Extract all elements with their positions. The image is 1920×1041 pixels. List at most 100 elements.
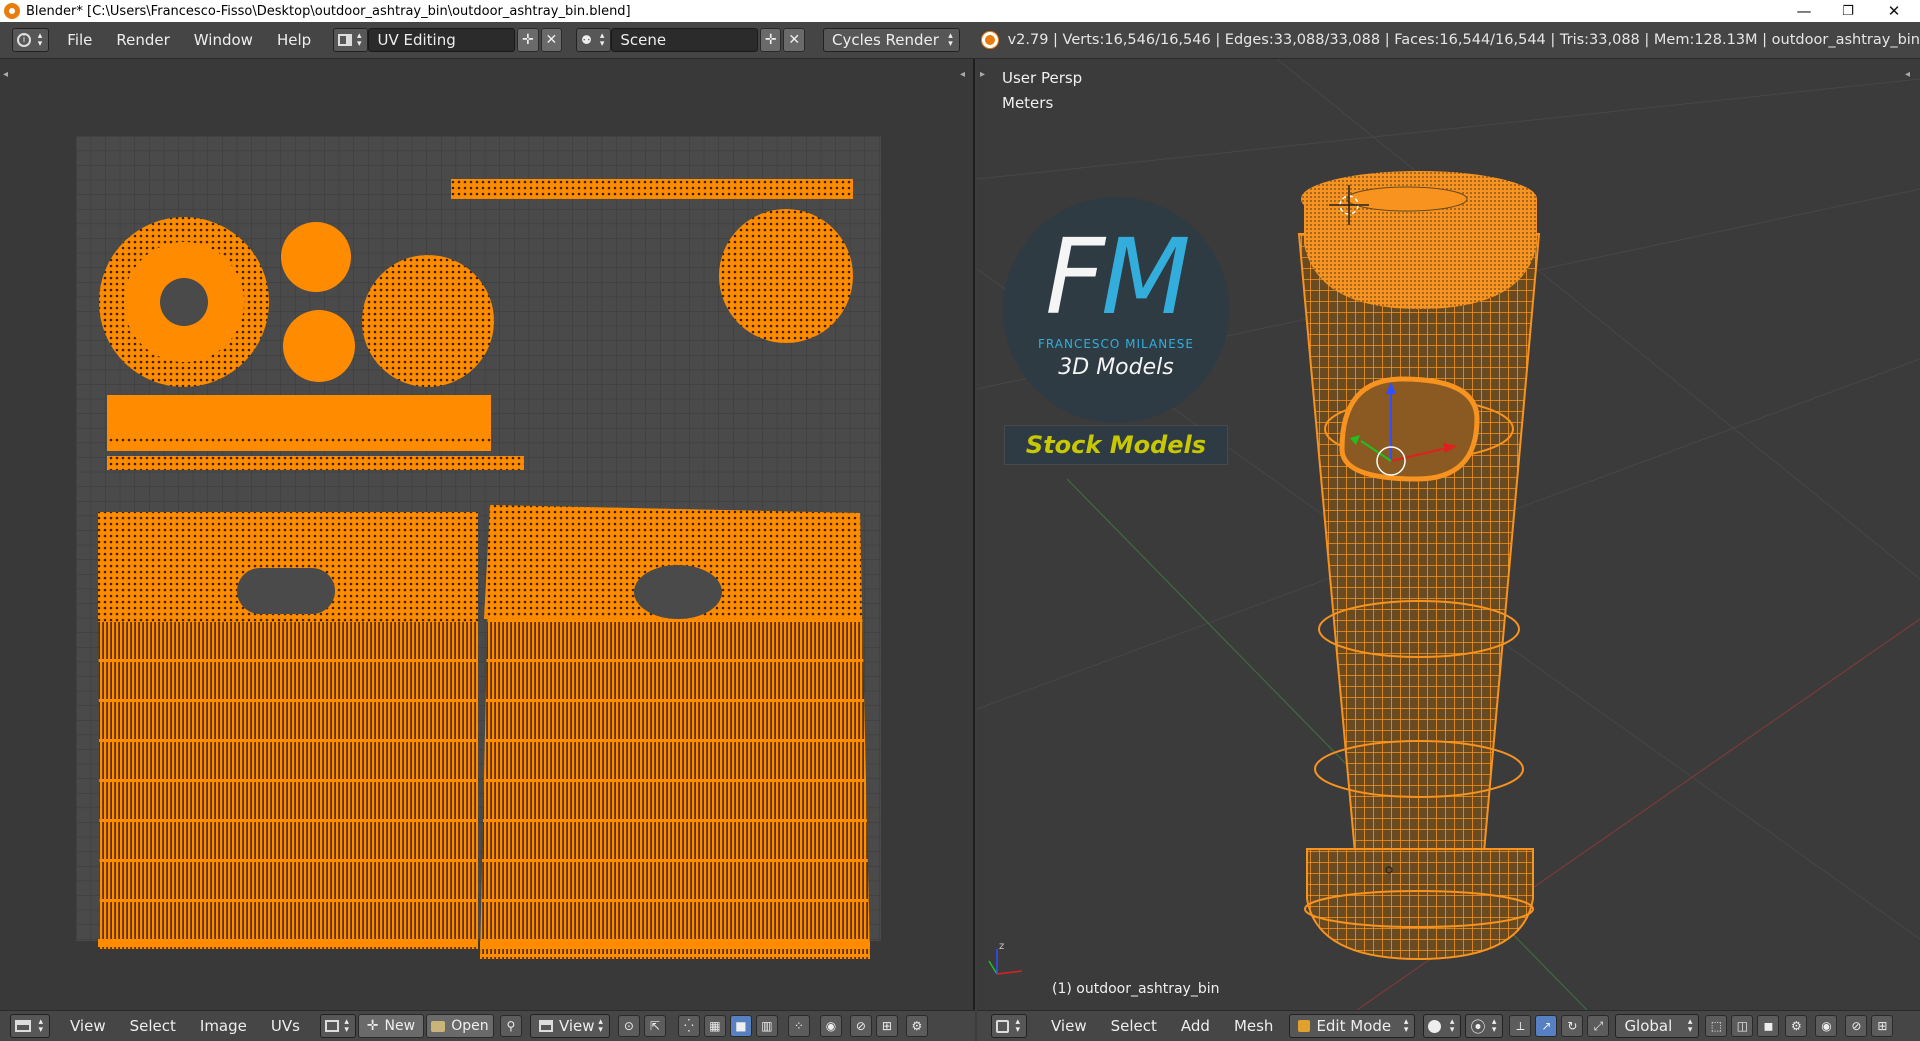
menu-file[interactable]: File xyxy=(55,31,104,49)
vertex-select-button[interactable]: ⁛ xyxy=(677,1015,700,1037)
vp-menu-select[interactable]: Select xyxy=(1099,1017,1169,1035)
snap-element-button[interactable]: ⊞ xyxy=(1871,1015,1894,1037)
screen-layout-browse-button[interactable]: ▴ ▾ xyxy=(333,28,369,52)
proportional-edit-button[interactable]: ◉ xyxy=(819,1015,842,1037)
vertex-icon: ⁛ xyxy=(684,1019,694,1033)
editor-type-uv-button[interactable]: ▴ ▾ xyxy=(10,1014,50,1038)
uv-menu-uvs[interactable]: UVs xyxy=(259,1017,312,1035)
object-name-label: (1) outdoor_ashtray_bin xyxy=(1052,981,1220,997)
edge-select-button[interactable]: ◫ xyxy=(1731,1015,1754,1037)
sync-selection-button[interactable]: ⇱ xyxy=(643,1015,666,1037)
uv-menu-view[interactable]: View xyxy=(58,1017,118,1035)
pivot-point-select[interactable]: ⦿ ▴ ▾ xyxy=(1465,1014,1504,1038)
delete-scene-button[interactable]: ✕ xyxy=(783,28,805,52)
uv-canvas[interactable] xyxy=(0,59,975,1010)
image-editor-icon xyxy=(15,1020,31,1032)
screen-layout-field[interactable]: UV Editing xyxy=(368,28,516,52)
vertex-select-button[interactable]: ⬚ xyxy=(1705,1015,1728,1037)
scene-stats: v2.79 | Verts:16,546/16,546 | Edges:33,0… xyxy=(1007,32,1920,48)
editor-type-3d-button[interactable]: ▴ ▾ xyxy=(991,1014,1027,1038)
minimize-button[interactable]: — xyxy=(1782,0,1826,22)
logo-letters: FM xyxy=(1003,225,1229,329)
arrow-icon: ↗ xyxy=(1541,1019,1552,1033)
updown-icon: ▴ ▾ xyxy=(344,1017,349,1035)
uv-island-ring-hole xyxy=(160,278,208,326)
mode-select-label: View xyxy=(558,1017,595,1035)
open-image-button[interactable]: Open xyxy=(425,1014,494,1038)
uv-sculpt-button[interactable]: ⚙ xyxy=(905,1015,928,1037)
new-image-button[interactable]: ✛ New xyxy=(357,1014,424,1038)
scale-manipulator-button[interactable]: ⤢ xyxy=(1587,1015,1610,1037)
fm-logo-watermark: FM FRANCESCO MILANESE 3D Models xyxy=(1003,197,1229,423)
occlude-geometry-button[interactable]: ⚙ xyxy=(1785,1015,1808,1037)
maximize-button[interactable]: ❐ xyxy=(1826,0,1870,22)
transform-orientation-select[interactable]: Global ▴ ▾ xyxy=(1615,1014,1700,1038)
add-scene-button[interactable]: ✛ xyxy=(760,28,782,52)
3d-viewport[interactable]: ▸ ◂ z User Persp Meters (1) outdoor_asht… xyxy=(977,59,1920,1010)
pin-button[interactable]: ⚲ xyxy=(499,1015,522,1037)
rotate-manipulator-button[interactable]: ↻ xyxy=(1561,1015,1584,1037)
vp-menu-view[interactable]: View xyxy=(1039,1017,1099,1035)
snap-element-icon: ⊞ xyxy=(1877,1019,1888,1033)
face-icon: ◼ xyxy=(1763,1019,1774,1033)
vp-menu-mesh[interactable]: Mesh xyxy=(1222,1017,1286,1035)
proportional-edit-button[interactable]: ◉ xyxy=(1815,1015,1838,1037)
updown-icon: ▴ ▾ xyxy=(1491,1017,1497,1035)
scene-browse-button[interactable]: ⚉ ▴ ▾ xyxy=(576,28,612,52)
uv-menu-select[interactable]: Select xyxy=(118,1017,188,1035)
snap-button[interactable]: ⊘ xyxy=(1845,1015,1868,1037)
edge-icon: ▦ xyxy=(709,1019,721,1033)
interaction-mode-label: Edit Mode xyxy=(1316,1017,1392,1035)
island-select-button[interactable]: ▥ xyxy=(755,1015,778,1037)
editor-type-info-button[interactable]: i ▴ ▾ xyxy=(12,28,50,52)
plus-icon: ✛ xyxy=(764,32,777,48)
uv-island-body-right xyxy=(480,505,870,959)
pivot-button[interactable]: ⊙ xyxy=(617,1015,640,1037)
snap-button[interactable]: ⊘ xyxy=(849,1015,872,1037)
pivot-point-icon: ⦿ xyxy=(1470,1017,1486,1036)
edit-mode-icon xyxy=(1298,1020,1311,1032)
vp-menu-add[interactable]: Add xyxy=(1169,1017,1222,1035)
uv-image-editor[interactable]: ◂ ◂ xyxy=(0,59,975,1010)
solid-shading-icon xyxy=(1428,1019,1442,1033)
vertex-icon: ⬚ xyxy=(1710,1019,1723,1033)
menu-help[interactable]: Help xyxy=(265,31,323,49)
mode-select[interactable]: View ▴ ▾ xyxy=(529,1014,610,1038)
delete-screen-button[interactable]: ✕ xyxy=(540,28,563,52)
shading-select[interactable]: ▴ ▾ xyxy=(1423,1014,1462,1038)
uv-menu-image[interactable]: Image xyxy=(188,1017,259,1035)
face-select-button[interactable]: ■ xyxy=(729,1015,752,1037)
scene-field[interactable]: Scene xyxy=(611,28,758,52)
snap-element-button[interactable]: ⊞ xyxy=(875,1015,898,1037)
view-name-label: User Persp xyxy=(1002,69,1083,87)
edge-select-button[interactable]: ▦ xyxy=(703,1015,726,1037)
interaction-mode-select[interactable]: Edit Mode ▴ ▾ xyxy=(1289,1014,1416,1038)
uv-island-strip-top xyxy=(451,179,853,199)
close-button[interactable]: ✕ xyxy=(1872,0,1916,22)
stock-models-banner: Stock Models xyxy=(1004,425,1228,465)
face-select-button[interactable]: ◼ xyxy=(1757,1015,1780,1037)
add-screen-button[interactable]: ✛ xyxy=(517,28,539,52)
image-icon xyxy=(324,1020,339,1032)
manipulator-toggle-button[interactable]: ⟂ xyxy=(1509,1015,1532,1037)
island-icon: ▥ xyxy=(761,1019,773,1033)
ashtray-bin-mesh[interactable] xyxy=(1297,171,1541,961)
occlude-icon: ⚙ xyxy=(1791,1019,1802,1033)
menu-window[interactable]: Window xyxy=(182,31,265,49)
updown-icon: ▴ ▾ xyxy=(1687,1017,1693,1035)
render-engine-select[interactable]: Cycles Render ▴ ▾ xyxy=(822,28,960,52)
scale-icon: ⤢ xyxy=(1593,1018,1604,1033)
plus-icon: ✛ xyxy=(521,32,534,48)
region-toggle-left-icon[interactable]: ◂ xyxy=(3,69,8,80)
info-icon: i xyxy=(17,33,31,47)
image-browse-button[interactable]: ▴ ▾ xyxy=(319,1014,356,1038)
translate-manipulator-button[interactable]: ↗ xyxy=(1535,1015,1558,1037)
sticky-icon: ⁘ xyxy=(793,1019,804,1033)
sticky-mode-button[interactable]: ⁘ xyxy=(787,1015,810,1037)
menu-render[interactable]: Render xyxy=(104,31,181,49)
region-toggle-right-icon[interactable]: ◂ xyxy=(960,69,965,80)
updown-icon: ▴ ▾ xyxy=(1403,1017,1409,1035)
uv-island-disc-mesh-right xyxy=(719,209,853,343)
gear-icon: ⚙ xyxy=(911,1019,923,1033)
uv-island-body-left xyxy=(98,512,478,949)
